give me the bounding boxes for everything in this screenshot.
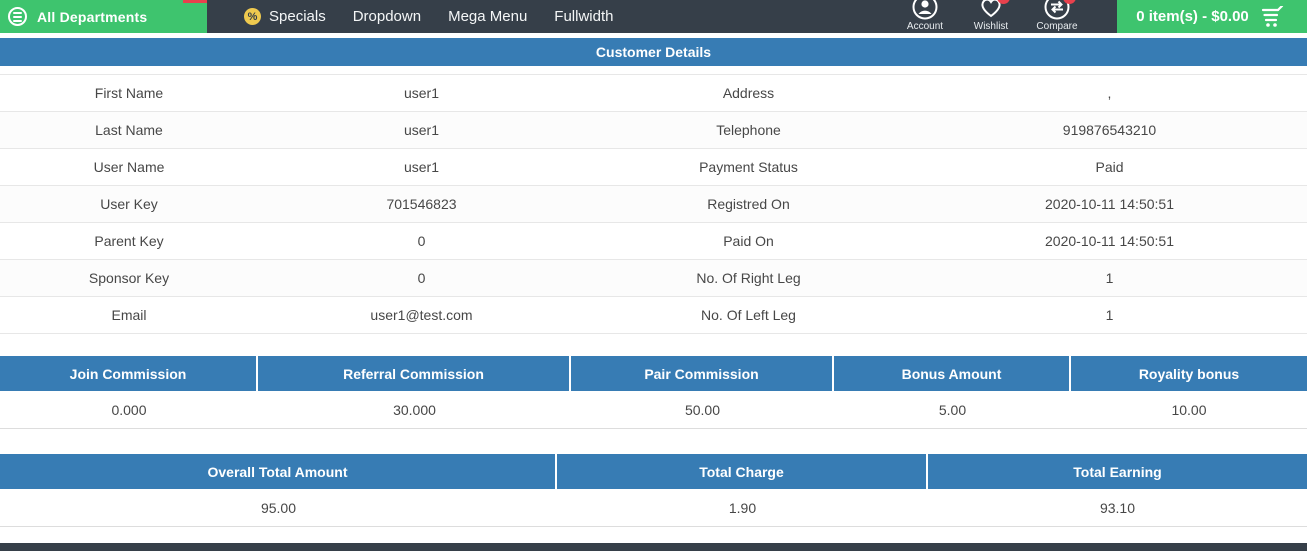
column-header: Royality bonus	[1071, 356, 1307, 391]
wishlist-label: Wishlist	[973, 21, 1009, 32]
field-value: 0	[417, 233, 426, 249]
menu-item-dropdown[interactable]: Dropdown	[353, 8, 421, 25]
menu-item-mega-menu[interactable]: Mega Menu	[448, 8, 527, 25]
field-label: Address	[722, 85, 775, 101]
cart-summary: 0 item(s) - $0.00	[1136, 8, 1249, 25]
field-label: Payment Status	[699, 159, 798, 175]
column-header: Overall Total Amount	[0, 454, 557, 489]
table-row: Sponsor Key 0 No. Of Right Leg 1	[0, 260, 1307, 297]
table-row: Email user1@test.com No. Of Left Leg 1	[0, 297, 1307, 334]
field-value: ,	[1107, 85, 1112, 101]
field-value: 2020-10-11 14:50:51	[1045, 233, 1174, 249]
cart-button[interactable]: 0 item(s) - $0.00	[1117, 0, 1307, 33]
field-value: 2020-10-11 14:50:51	[1045, 196, 1174, 212]
commission-value: 5.00	[938, 401, 967, 418]
field-label: Last Name	[95, 122, 163, 138]
field-label: Parent Key	[94, 233, 164, 249]
total-value: 95.00	[260, 499, 297, 516]
all-departments-label: All Departments	[37, 8, 148, 25]
field-label: No. Of Left Leg	[701, 307, 796, 323]
commission-value: 30.000	[393, 401, 436, 418]
table-row: User Name user1 Payment Status Paid	[0, 149, 1307, 186]
wishlist-button[interactable]: Wishlist	[965, 0, 1017, 32]
field-label: User Name	[93, 159, 165, 175]
compare-button[interactable]: Compare	[1031, 0, 1083, 32]
field-label: User Key	[100, 196, 158, 212]
column-header: Total Earning	[928, 454, 1307, 489]
field-value: user1	[403, 85, 440, 101]
menu-item-label: Dropdown	[352, 8, 422, 25]
table-row: Parent Key 0 Paid On 2020-10-11 14:50:51	[0, 223, 1307, 260]
commission-value: 0.000	[111, 401, 147, 418]
field-value: user1	[403, 159, 440, 175]
field-label: Paid On	[723, 233, 774, 249]
menu-item-label: Mega Menu	[448, 8, 528, 25]
field-value: Paid	[1095, 159, 1124, 175]
field-label: Registred On	[707, 196, 790, 212]
column-header: Bonus Amount	[834, 356, 1071, 391]
column-header: Pair Commission	[571, 356, 834, 391]
account-icon	[912, 0, 938, 20]
header-icon-group: Account Wishlist Compare	[899, 0, 1117, 33]
table-row: Last Name user1 Telephone 919876543210	[0, 112, 1307, 149]
account-button[interactable]: Account	[899, 0, 951, 32]
cart-icon	[1261, 5, 1283, 27]
totals-table: Overall Total Amount Total Charge Total …	[0, 454, 1307, 527]
column-header: Join Commission	[0, 356, 258, 391]
commission-value: 50.00	[684, 401, 721, 418]
menu-item-label: Fullwidth	[554, 8, 614, 25]
field-value: user1	[403, 122, 440, 138]
commission-header-row: Join Commission Referral Commission Pair…	[0, 356, 1307, 391]
menu-item-label: Specials	[269, 8, 326, 25]
column-header: Total Charge	[557, 454, 928, 489]
totals-header-row: Overall Total Amount Total Charge Total …	[0, 454, 1307, 489]
hamburger-menu-icon	[8, 7, 27, 26]
cut-notification-badge	[183, 0, 207, 3]
total-value: 93.10	[1099, 499, 1136, 516]
field-value: 701546823	[386, 196, 457, 212]
field-value: 1	[1105, 270, 1114, 286]
footer-bar	[0, 543, 1307, 551]
field-value: 919876543210	[1062, 122, 1157, 138]
field-value: 1	[1105, 307, 1114, 323]
menu-item-specials[interactable]: % Specials	[244, 8, 326, 25]
main-menu: % Specials Dropdown Mega Menu Fullwidth	[207, 0, 613, 33]
field-label: Email	[111, 307, 147, 323]
total-value: 1.90	[728, 499, 757, 516]
commission-value-row: 0.000 30.000 50.00 5.00 10.00	[0, 391, 1307, 429]
totals-value-row: 95.00 1.90 93.10	[0, 489, 1307, 527]
field-label: Sponsor Key	[88, 270, 170, 286]
commission-value: 10.00	[1171, 401, 1207, 418]
field-label: No. Of Right Leg	[696, 270, 801, 286]
percent-icon: %	[244, 8, 261, 25]
table-row: User Key 701546823 Registred On 2020-10-…	[0, 186, 1307, 223]
top-navigation: All Departments % Specials Dropdown Mega…	[0, 0, 1307, 33]
commission-table: Join Commission Referral Commission Pair…	[0, 356, 1307, 429]
customer-details-title: Customer Details	[595, 44, 712, 60]
field-value: 0	[417, 270, 426, 286]
table-row: First Name user1 Address ,	[0, 75, 1307, 112]
customer-details-header: Customer Details	[0, 38, 1307, 66]
all-departments-button[interactable]: All Departments	[0, 0, 207, 33]
menu-item-fullwidth[interactable]: Fullwidth	[554, 8, 613, 25]
field-value: user1@test.com	[370, 307, 473, 323]
field-label: First Name	[94, 85, 164, 101]
column-header: Referral Commission	[258, 356, 571, 391]
field-label: Telephone	[716, 122, 781, 138]
compare-label: Compare	[1036, 21, 1078, 32]
customer-details-table: First Name user1 Address , Last Name use…	[0, 74, 1307, 334]
account-label: Account	[906, 21, 944, 32]
